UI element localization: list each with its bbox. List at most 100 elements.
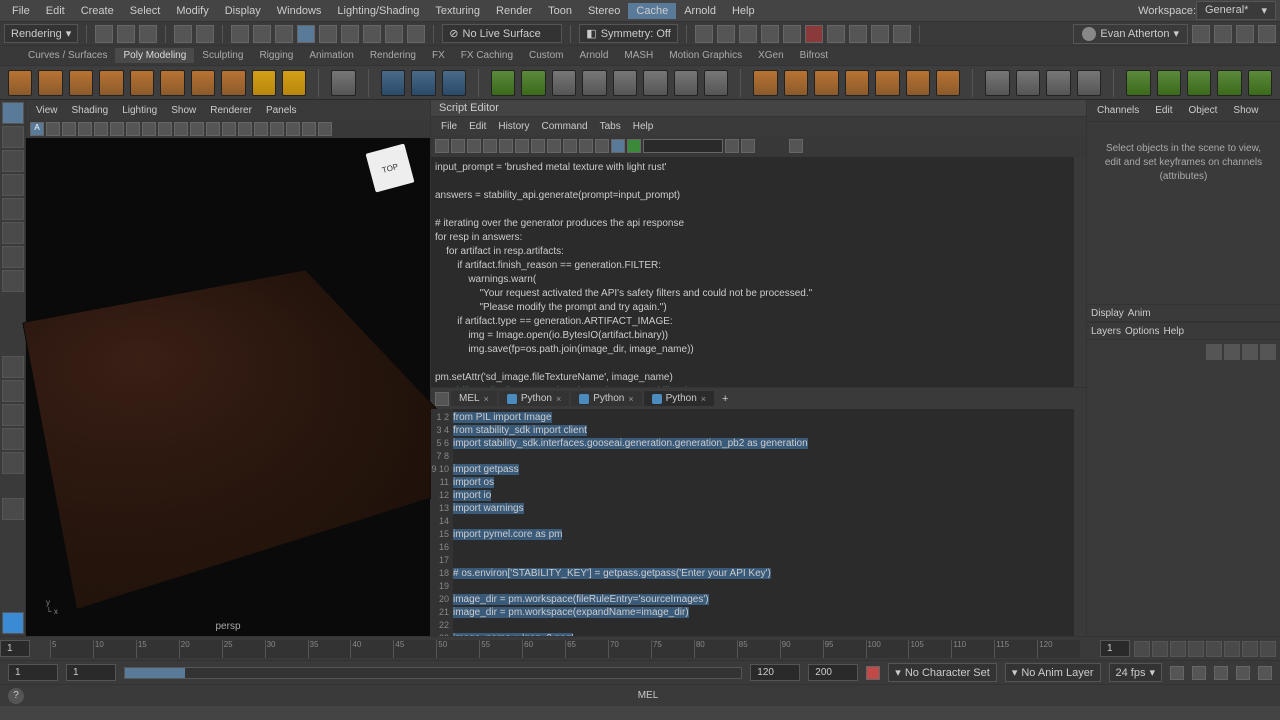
vp-icon[interactable]: A [30,122,44,136]
vp-icon[interactable] [94,122,108,136]
shelf-icon[interactable] [1046,70,1070,96]
se-icon[interactable] [741,139,755,153]
shelf-icon[interactable] [552,70,576,96]
vp-icon[interactable] [174,122,188,136]
lasso-icon[interactable] [253,25,271,43]
shelf-icon[interactable] [521,70,545,96]
shelf-icon[interactable] [442,70,466,96]
shelf-icon[interactable] [613,70,637,96]
range-track[interactable] [124,667,742,679]
menu-file[interactable]: File [4,3,38,19]
shelf-icon[interactable] [381,70,405,96]
se-icon[interactable] [725,139,739,153]
range-icon[interactable] [1192,666,1206,680]
fps-dropdown[interactable]: 24 fps▾ [1109,663,1163,682]
se-menu-file[interactable]: File [435,119,463,134]
shelf-icon[interactable] [985,70,1009,96]
lasso-tool[interactable] [2,126,24,148]
vp-icon[interactable] [318,122,332,136]
range-icon[interactable] [1170,666,1184,680]
rotate-tool[interactable] [2,174,24,196]
menu-select[interactable]: Select [122,3,169,19]
maya-icon[interactable] [2,612,24,634]
shelf-icon[interactable] [784,70,808,96]
menuset-dropdown[interactable]: Rendering▾ [4,24,78,43]
shelf-icon[interactable] [936,70,960,96]
snap-curve-icon[interactable] [341,25,359,43]
poly-sphere-icon[interactable] [8,70,32,96]
se-icon[interactable] [515,139,529,153]
live-surface-dropdown[interactable]: ⊘No Live Surface [442,24,562,43]
shelf-icon[interactable] [906,70,930,96]
autokey-icon[interactable] [866,666,880,680]
menu-modify[interactable]: Modify [168,3,216,19]
shelf-icon[interactable] [1187,70,1211,96]
shelf-tab[interactable]: Bifrost [792,48,836,63]
range-end[interactable]: 120 [750,664,800,681]
snap-point-icon[interactable] [363,25,381,43]
select-mode-icon[interactable] [231,25,249,43]
poly-plane-icon[interactable] [160,70,184,96]
menu-cache[interactable]: Cache [628,3,676,19]
vp-menu-show[interactable]: Show [165,103,202,118]
play-icon[interactable] [871,25,889,43]
shelf-icon[interactable] [1217,70,1241,96]
shelf-tab[interactable]: Rigging [251,48,301,63]
se-search-field[interactable] [643,139,723,153]
shelf-tab[interactable]: Animation [301,48,361,63]
shelf-tab[interactable]: Sculpting [194,48,251,63]
menu-texturing[interactable]: Texturing [427,3,488,19]
menu-toon[interactable]: Toon [540,3,580,19]
se-icon[interactable] [467,139,481,153]
vp-menu-shading[interactable]: Shading [66,103,115,118]
se-icon[interactable] [435,139,449,153]
toolbar-icon[interactable] [695,25,713,43]
se-icon[interactable] [789,139,803,153]
search-tool[interactable] [2,498,24,520]
poly-disc-icon[interactable] [191,70,215,96]
play-forward-icon[interactable] [1206,641,1222,657]
shelf-icon[interactable] [1016,70,1040,96]
shelf-icon[interactable] [875,70,899,96]
current-frame[interactable]: 1 [0,640,30,657]
next-key-icon[interactable] [1224,641,1240,657]
layer-icon[interactable] [1206,344,1222,360]
poly-torus-icon[interactable] [130,70,154,96]
se-icon[interactable] [595,139,609,153]
add-tab-button[interactable]: + [716,391,734,407]
shelf-tab[interactable]: XGen [750,48,792,63]
layer-icon[interactable] [1242,344,1258,360]
vp-icon[interactable] [126,122,140,136]
vp-icon[interactable] [62,122,76,136]
shelf-icon[interactable] [1248,70,1272,96]
tool[interactable] [2,222,24,244]
save-scene-icon[interactable] [139,25,157,43]
vp-icon[interactable] [238,122,252,136]
go-start-icon[interactable] [1134,641,1150,657]
vp-icon[interactable] [302,122,316,136]
vp-icon[interactable] [222,122,236,136]
se-menu-tabs[interactable]: Tabs [594,119,627,134]
menu-display[interactable]: Display [217,3,269,19]
vp-icon[interactable] [190,122,204,136]
script-editor-code[interactable]: 1 2 3 4 5 6 7 8 9 10 11 12 13 14 15 16 1… [431,409,1086,636]
layer-icon[interactable] [1224,344,1240,360]
shelf-tab[interactable]: Rendering [362,48,424,63]
se-icon[interactable] [563,139,577,153]
vp-icon[interactable] [46,122,60,136]
vp-menu-lighting[interactable]: Lighting [116,103,163,118]
snap-icon[interactable] [297,25,315,43]
step-back-icon[interactable] [1152,641,1168,657]
layout-tool[interactable] [2,428,24,450]
character-set-dropdown[interactable]: ▾No Character Set [888,663,997,682]
vp-icon[interactable] [78,122,92,136]
script-tab-mel[interactable]: MEL× [451,391,497,406]
scrollbar[interactable] [1074,409,1086,636]
shelf-icon[interactable] [1157,70,1181,96]
script-tab-python-active[interactable]: Python× [644,391,714,406]
toolbar-icon[interactable] [849,25,867,43]
undo-icon[interactable] [174,25,192,43]
range-icon[interactable] [1258,666,1272,680]
ch-tab[interactable]: Show [1227,103,1264,118]
se-execute-icon[interactable] [611,139,625,153]
